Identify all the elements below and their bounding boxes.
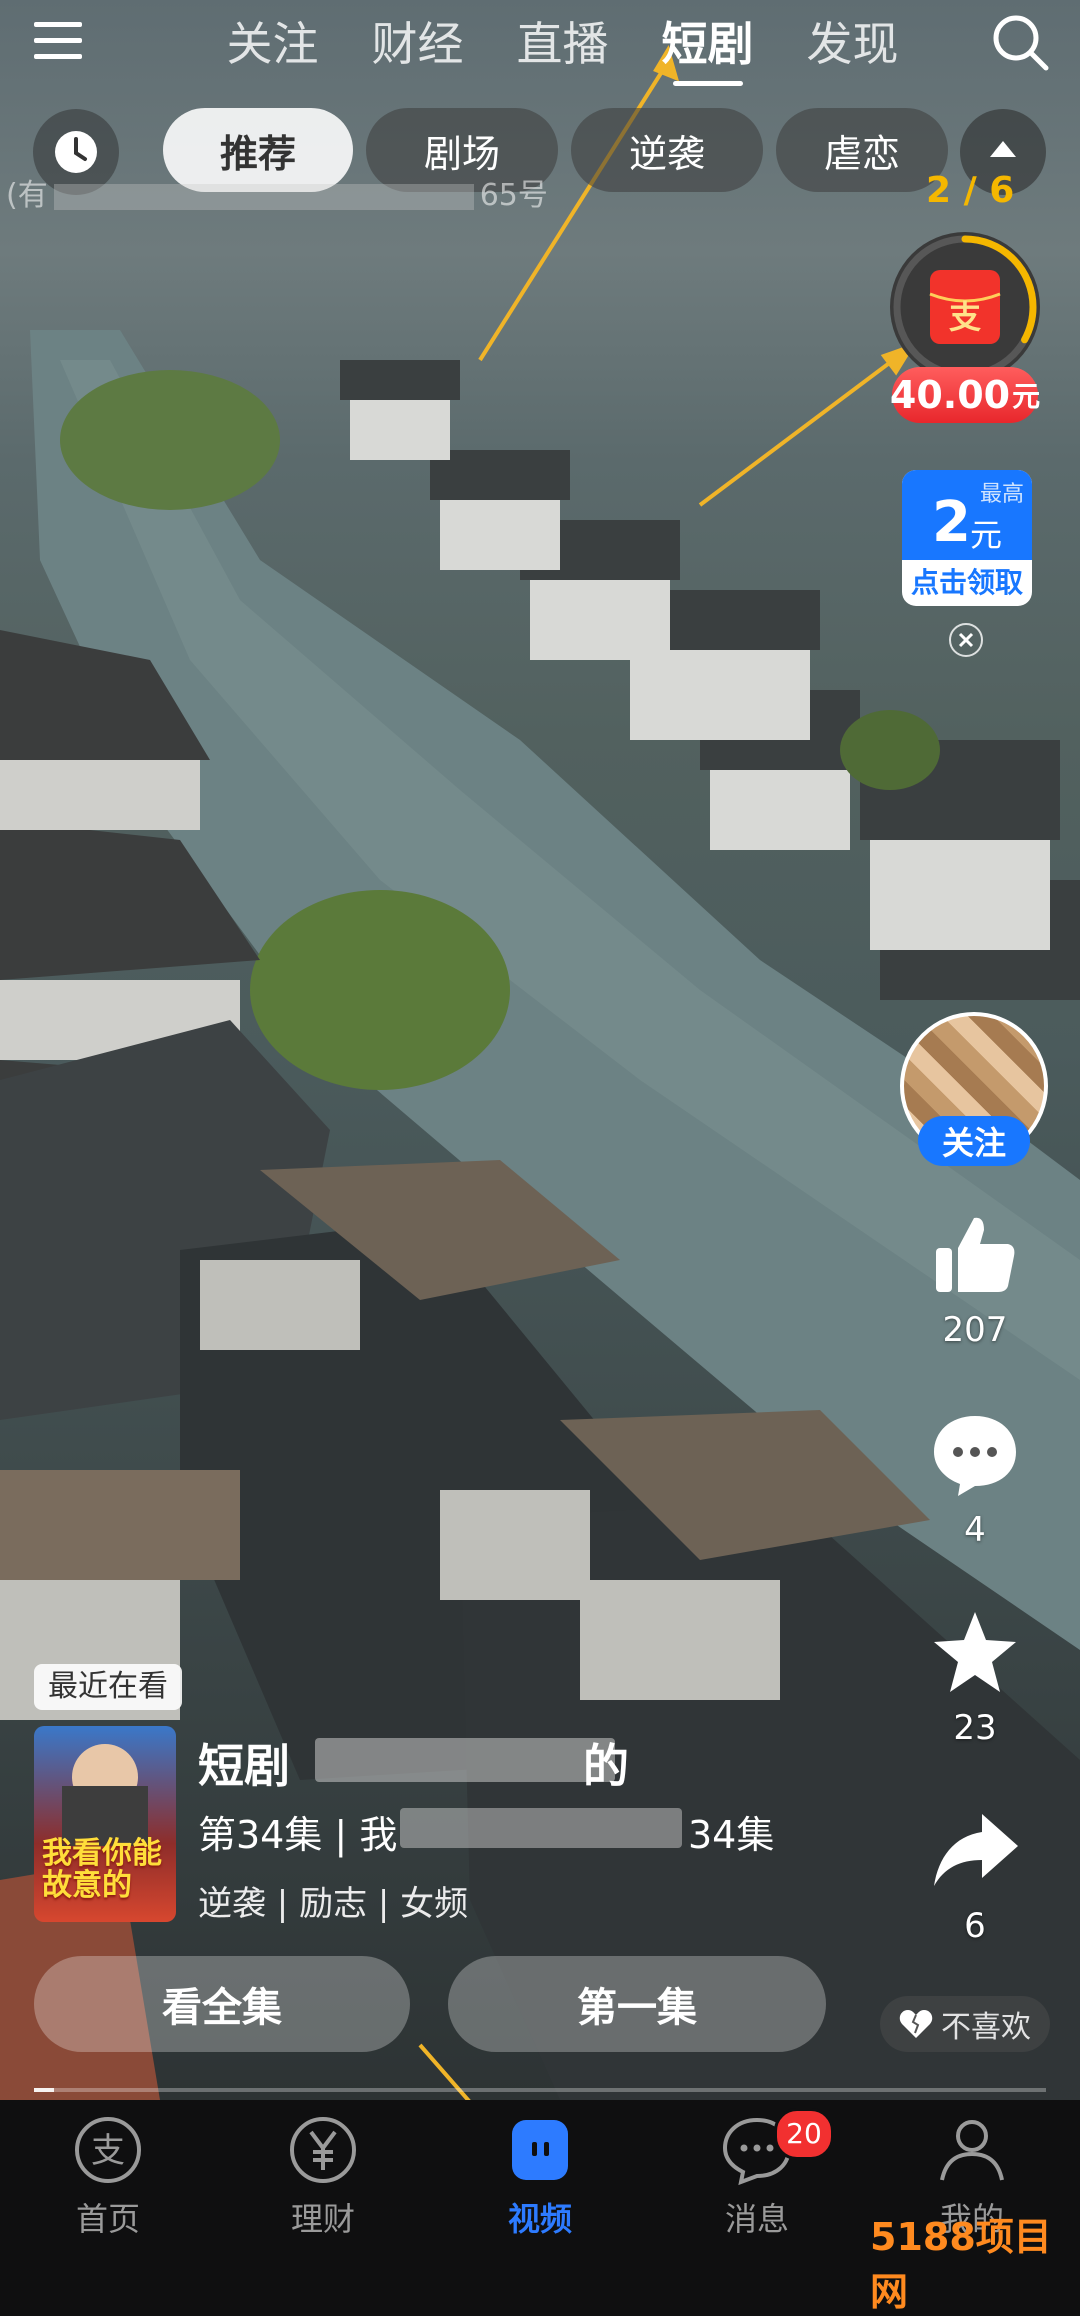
tab-home[interactable]: 支 首页 bbox=[33, 2114, 183, 2240]
site-watermark: 5188项目网 bbox=[870, 2215, 1052, 2314]
comment-count: 4 bbox=[964, 1510, 986, 1550]
tab-short-drama[interactable]: 短剧 bbox=[635, 8, 780, 80]
share-button[interactable]: 6 bbox=[920, 1806, 1030, 1946]
drama-tags: 逆袭 | 励志 | 女频 bbox=[198, 1884, 469, 1924]
license-watermark: (有 65号 bbox=[6, 178, 548, 213]
follow-button[interactable]: 关注 bbox=[918, 1116, 1030, 1166]
coupon-max-label: 最高 bbox=[979, 482, 1024, 507]
chip-sad-romance[interactable]: 虐恋 bbox=[776, 108, 948, 192]
share-arrow-icon bbox=[934, 1814, 1018, 1886]
dislike-button[interactable]: 不喜欢 bbox=[880, 1996, 1050, 2052]
redacted-title bbox=[315, 1738, 615, 1782]
tab-wealth[interactable]: 理财 bbox=[248, 2114, 398, 2240]
tab-live[interactable]: 直播 bbox=[490, 8, 635, 80]
message-badge: 20 bbox=[774, 2108, 834, 2160]
svg-text:支: 支 bbox=[91, 2131, 125, 2171]
svg-text:支: 支 bbox=[949, 298, 981, 336]
broken-heart-icon bbox=[899, 2010, 933, 2038]
first-episode-button[interactable]: 第一集 bbox=[448, 1956, 826, 2052]
tab-video[interactable]: 视频 bbox=[465, 2114, 615, 2240]
favorite-count: 23 bbox=[953, 1708, 997, 1748]
tab-finance[interactable]: 财经 bbox=[345, 8, 490, 80]
tab-follow[interactable]: 关注 bbox=[200, 8, 345, 80]
drama-title[interactable]: 短剧 bbox=[198, 1730, 290, 1796]
coupon-close-button[interactable] bbox=[949, 623, 983, 657]
recently-watched-badge: 最近在看 bbox=[34, 1664, 182, 1710]
reward-amount[interactable]: 40.00 元 bbox=[890, 367, 1040, 423]
close-icon bbox=[958, 632, 974, 648]
search-icon[interactable] bbox=[990, 12, 1050, 72]
redacted-episode bbox=[400, 1808, 682, 1848]
drama-poster[interactable]: 我看你能 故意的 bbox=[34, 1726, 176, 1922]
share-count: 6 bbox=[964, 1906, 986, 1946]
thumbs-up-icon bbox=[936, 1217, 1015, 1292]
red-packet-reward[interactable]: 支 bbox=[890, 232, 1040, 382]
reward-progress-text: 2 / 6 bbox=[926, 170, 1015, 211]
watch-all-button[interactable]: 看全集 bbox=[34, 1956, 410, 2052]
coupon-card[interactable]: 最高 2 元 点击领取 bbox=[902, 470, 1032, 606]
playback-progress-fill bbox=[34, 2088, 55, 2092]
person-icon bbox=[940, 2120, 1004, 2181]
tab-messages[interactable]: 20 消息 bbox=[682, 2108, 834, 2240]
red-packet-icon: 支 bbox=[929, 270, 1001, 344]
poster-title-text: 我看你能 故意的 bbox=[42, 1836, 162, 1903]
coupon-value: 2 bbox=[932, 490, 971, 555]
yuan-icon bbox=[290, 2117, 356, 2183]
tab-discover[interactable]: 发现 bbox=[780, 8, 925, 80]
alipay-home-icon: 支 bbox=[75, 2117, 141, 2183]
like-count: 207 bbox=[942, 1310, 1008, 1350]
star-icon bbox=[934, 1612, 1016, 1692]
nav-tabs: 关注 财经 直播 短剧 发现 bbox=[200, 8, 925, 80]
like-button[interactable]: 207 bbox=[920, 1210, 1030, 1350]
drama-title-suffix: 的 bbox=[583, 1739, 629, 1793]
comment-icon bbox=[934, 1416, 1016, 1496]
episode-info: 第34集 | 我 bbox=[198, 1813, 398, 1857]
favorite-button[interactable]: 23 bbox=[920, 1608, 1030, 1748]
playback-progress-bar[interactable] bbox=[34, 2088, 1046, 2092]
top-navigation: 关注 财经 直播 短剧 发现 bbox=[0, 0, 1080, 95]
coupon-unit: 元 bbox=[970, 516, 1003, 554]
menu-icon[interactable] bbox=[32, 14, 84, 66]
chip-comeback[interactable]: 逆袭 bbox=[571, 108, 763, 192]
comment-button[interactable]: 4 bbox=[920, 1410, 1030, 1550]
episode-info-suffix: 34集 bbox=[688, 1813, 775, 1857]
video-icon bbox=[512, 2120, 568, 2180]
coupon-claim-button[interactable]: 点击领取 bbox=[902, 560, 1032, 606]
